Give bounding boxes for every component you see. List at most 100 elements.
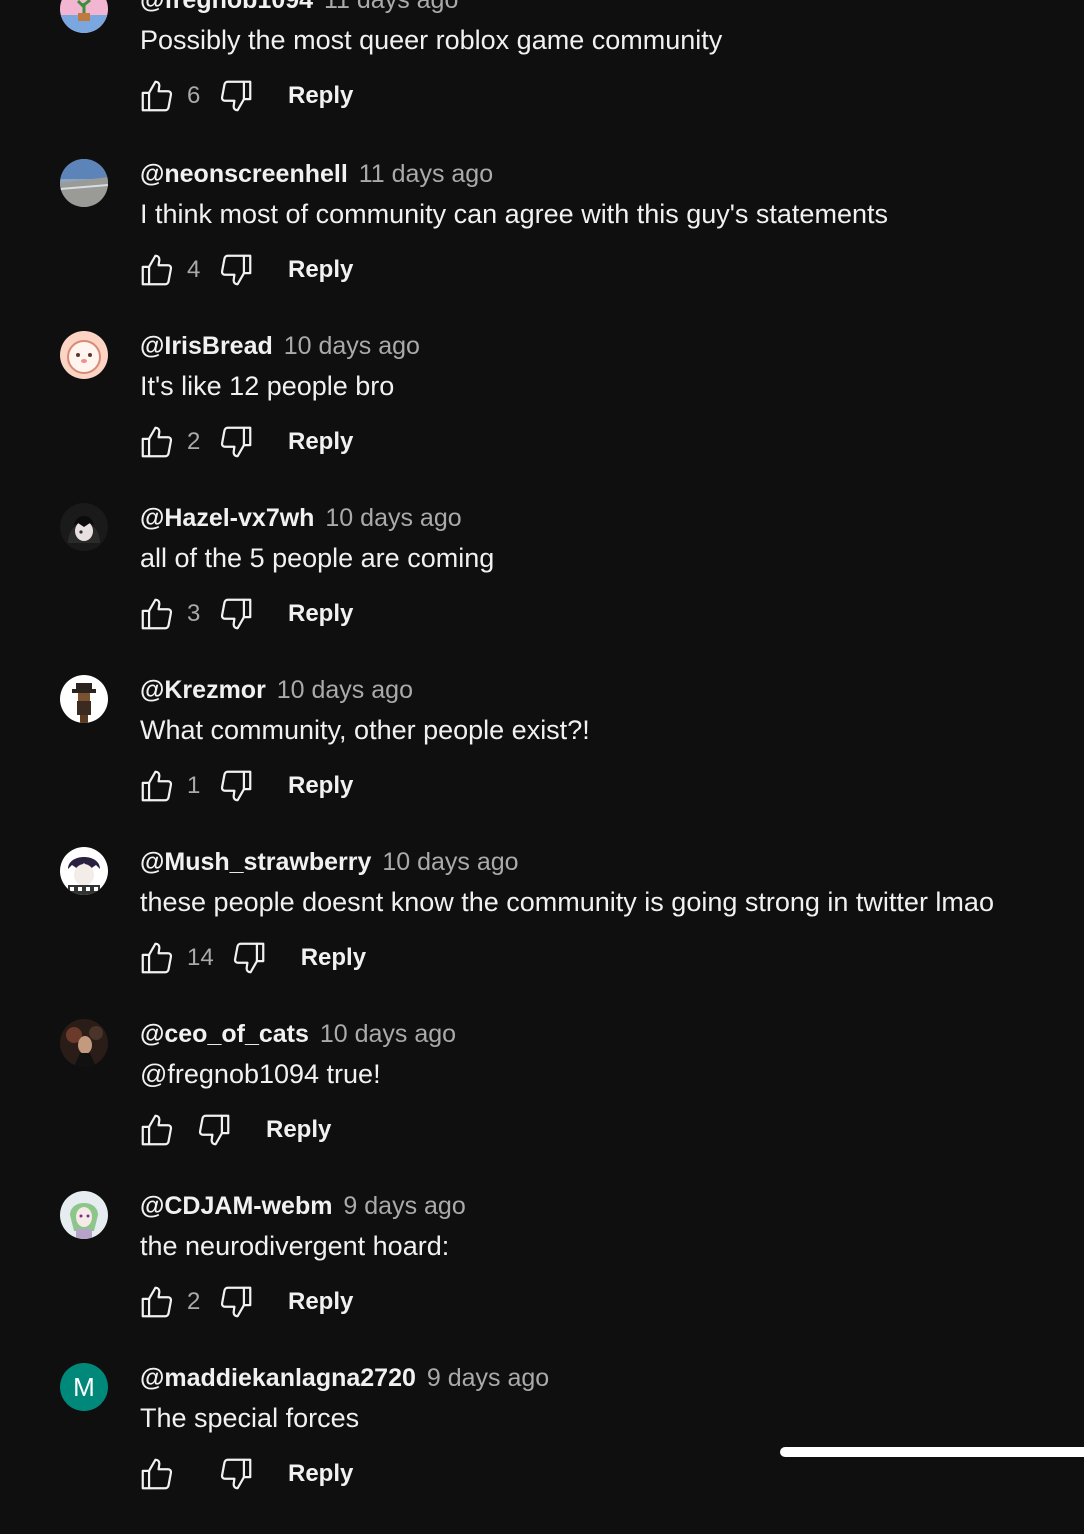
like-button[interactable] [136,249,178,291]
dislike-button[interactable] [193,1109,235,1151]
comment-text: It's like 12 people bro [140,371,395,401]
reply-button[interactable]: Reply [288,1460,353,1488]
comment-actions: 2 Reply [136,420,353,464]
comment-item: @IrisBread 10 days ago It's like 12 peop… [0,330,1084,502]
comment-timestamp[interactable]: 11 days ago [324,0,458,14]
comment-text: What community, other people exist?! [140,715,590,745]
like-button[interactable] [136,765,178,807]
avatar[interactable] [60,331,108,379]
comment-item: @fregnob1094 11 days ago Possibly the mo… [0,0,1084,156]
thumbs-up-icon [141,80,173,112]
comment-header: @neonscreenhell 11 days ago [140,158,493,190]
comment-author[interactable]: @Hazel-vx7wh [140,504,314,532]
comment-timestamp[interactable]: 9 days ago [343,1192,465,1220]
dislike-button[interactable] [215,249,257,291]
dislike-button[interactable] [215,593,257,635]
avatar[interactable] [60,0,108,33]
avatar[interactable] [60,503,108,551]
like-count: 3 [187,600,201,627]
like-count: 4 [187,256,201,283]
comment-header: @fregnob1094 11 days ago [140,0,458,16]
comment-actions: 3 Reply [136,592,353,636]
comment-header: @ceo_of_cats 10 days ago [140,1018,456,1050]
reply-button[interactable]: Reply [266,1116,331,1144]
comment-actions: Reply [136,1452,353,1496]
comment-actions: 6 Reply [136,74,353,118]
comment-actions: Reply [136,1108,331,1152]
avatar[interactable]: M [60,1363,108,1411]
comment-timestamp[interactable]: 10 days ago [320,1020,456,1048]
like-button[interactable] [136,75,178,117]
reply-button[interactable]: Reply [288,256,353,284]
like-button[interactable] [136,593,178,635]
thumbs-down-icon [220,80,252,112]
avatar[interactable] [60,159,108,207]
comment-author[interactable]: @CDJAM-webm [140,1192,332,1220]
avatar[interactable] [60,847,108,895]
thumbs-up-icon [141,1114,173,1146]
comment-timestamp[interactable]: 10 days ago [284,332,420,360]
like-count: 2 [187,1288,201,1315]
reply-button[interactable]: Reply [288,82,353,110]
comment-author[interactable]: @neonscreenhell [140,160,348,188]
like-count: 14 [187,944,214,971]
dislike-button[interactable] [215,1281,257,1323]
reply-button[interactable]: Reply [288,1288,353,1316]
dislike-button[interactable] [215,765,257,807]
comment-text: I think most of community can agree with… [140,199,888,229]
dislike-button[interactable] [215,1453,257,1495]
thumbs-down-icon [220,254,252,286]
dislike-button[interactable] [215,75,257,117]
thumbs-up-icon [141,254,173,286]
comment-text: The special forces [140,1403,360,1433]
comment-timestamp[interactable]: 10 days ago [382,848,518,876]
comment-item: @ceo_of_cats 10 days ago @fregnob1094 tr… [0,1018,1084,1190]
like-count: 2 [187,428,201,455]
comment-timestamp[interactable]: 11 days ago [359,160,493,188]
comment-timestamp[interactable]: 10 days ago [325,504,461,532]
comment-author[interactable]: @ceo_of_cats [140,1020,309,1048]
comment-text: these people doesnt know the community i… [140,887,994,917]
comment-timestamp[interactable]: 10 days ago [277,676,413,704]
comment-item: @neonscreenhell 11 days ago I think most… [0,158,1084,330]
like-button[interactable] [136,421,178,463]
comment-item: @Mush_strawberry 10 days ago these peopl… [0,846,1084,1018]
comment-author[interactable]: @Mush_strawberry [140,848,371,876]
comment-author[interactable]: @IrisBread [140,332,273,360]
comment-header: @maddiekanlagna2720 9 days ago [140,1362,549,1394]
thumbs-down-icon [220,1286,252,1318]
dislike-button[interactable] [228,937,270,979]
thumbs-up-icon [141,1458,173,1490]
like-count: 1 [187,772,201,799]
like-button[interactable] [136,1109,178,1151]
like-button[interactable] [136,937,178,979]
like-button[interactable] [136,1453,178,1495]
reply-button[interactable]: Reply [288,772,353,800]
comment-author[interactable]: @Krezmor [140,676,266,704]
comment-timestamp[interactable]: 9 days ago [427,1364,549,1392]
like-button[interactable] [136,1281,178,1323]
reply-button[interactable]: Reply [288,600,353,628]
reply-button[interactable]: Reply [301,944,366,972]
comment-text: Possibly the most queer roblox game comm… [140,25,723,55]
avatar[interactable] [60,1191,108,1239]
comment-actions: 1 Reply [136,764,353,808]
thumbs-down-icon [220,426,252,458]
avatar[interactable] [60,1019,108,1067]
comment-text: the neurodivergent hoard: [140,1231,450,1261]
comment-actions: 4 Reply [136,248,353,292]
reply-button[interactable]: Reply [288,428,353,456]
comment-author[interactable]: @maddiekanlagna2720 [140,1364,416,1392]
thumbs-up-icon [141,942,173,974]
comment-item: @CDJAM-webm 9 days ago the neurodivergen… [0,1190,1084,1362]
comment-header: @CDJAM-webm 9 days ago [140,1190,466,1222]
comment-item: @Hazel-vx7wh 10 days ago all of the 5 pe… [0,502,1084,674]
comment-header: @Krezmor 10 days ago [140,674,413,706]
thumbs-up-icon [141,1286,173,1318]
comment-header: @Hazel-vx7wh 10 days ago [140,502,462,534]
thumbs-down-icon [198,1114,230,1146]
home-indicator[interactable] [780,1447,1084,1457]
avatar[interactable] [60,675,108,723]
comment-author[interactable]: @fregnob1094 [140,0,313,14]
dislike-button[interactable] [215,421,257,463]
